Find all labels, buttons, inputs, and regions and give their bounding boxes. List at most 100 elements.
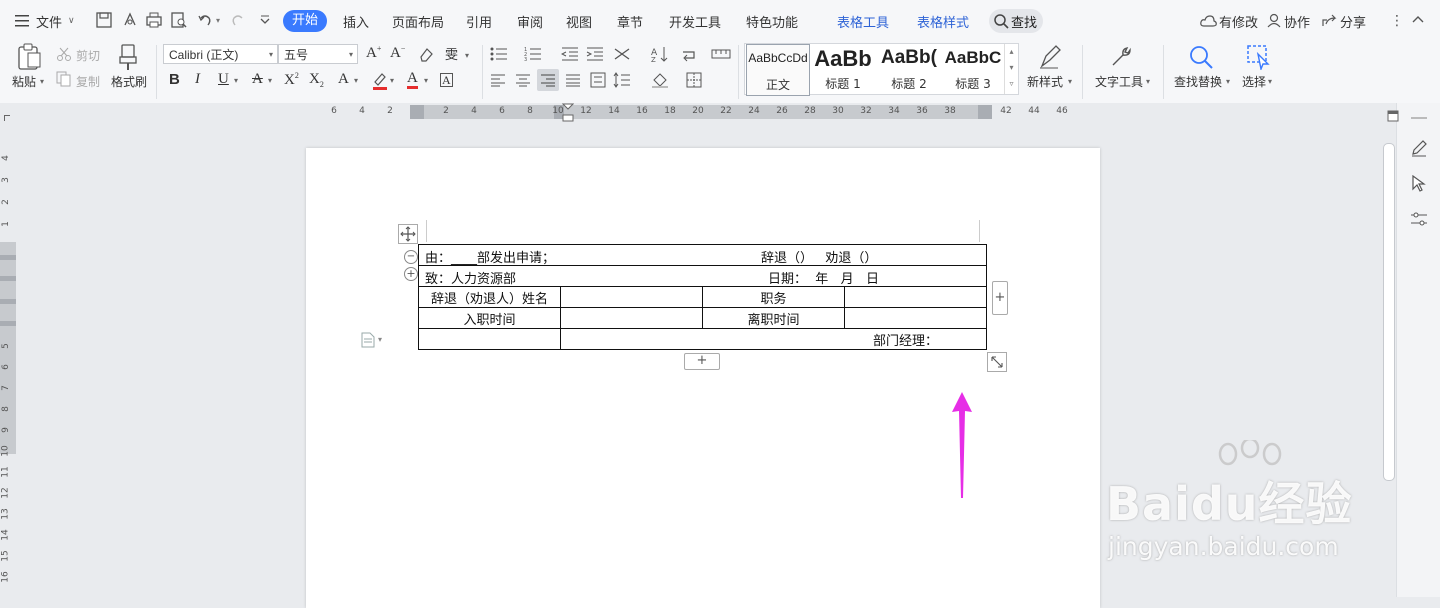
tab-chapter[interactable]: 章节 [617, 12, 643, 31]
file-menu[interactable]: 文件 [36, 12, 62, 31]
settings-sliders-icon[interactable] [1410, 210, 1428, 232]
new-style-icon[interactable] [1038, 44, 1062, 70]
highlight-icon[interactable] [372, 72, 388, 90]
tab-insert[interactable]: 插入 [343, 12, 369, 31]
style-heading-3[interactable]: AaBbC 标题 3 [943, 44, 1003, 94]
decrease-indent-icon[interactable] [561, 46, 579, 62]
horizontal-ruler[interactable]: 6 4 2 2 4 6 8 10 12 14 16 18 20 22 24 26… [0, 103, 1380, 122]
text-tools-icon[interactable] [1108, 44, 1132, 70]
sort-icon[interactable]: AZ [651, 45, 669, 63]
styles-gallery[interactable]: AaBbCcDd 正文 AaBb 标题 1 AaBb( 标题 2 AaBbC 标… [744, 43, 1019, 96]
text-effect-button[interactable]: A [338, 71, 349, 88]
hamburger-icon[interactable] [15, 13, 31, 27]
paste-icon[interactable] [16, 43, 42, 71]
row-insert-icon[interactable]: + [404, 267, 418, 281]
table-cell[interactable]: 部门经理： [560, 328, 987, 350]
character-border-button[interactable]: A [440, 73, 453, 87]
table-cell[interactable]: 离职时间 [702, 307, 845, 329]
increase-font-icon[interactable]: A+ [366, 44, 381, 62]
resignation-table[interactable]: 由：____部发出申请； 辞退（） 劝退（） 致：人力资源部 日期： 年 月 日… [418, 244, 987, 350]
find-replace-icon[interactable] [1188, 44, 1214, 70]
justify-icon[interactable] [565, 73, 581, 87]
font-name-select[interactable]: Calibri (正文) ▾ [163, 44, 278, 64]
copy-icon[interactable] [56, 71, 72, 87]
output-icon[interactable] [121, 11, 139, 29]
chevron-down-icon[interactable]: ▾ [216, 16, 220, 25]
tab-references[interactable]: 引用 [466, 12, 492, 31]
bold-button[interactable]: B [169, 71, 180, 88]
collaborate-button[interactable]: 协作 [1284, 12, 1310, 31]
tab-special-features[interactable]: 特色功能 [746, 12, 798, 31]
panel-collapse-icon[interactable] [1387, 107, 1399, 126]
align-left-icon[interactable] [490, 73, 506, 87]
bullet-list-icon[interactable] [490, 46, 508, 62]
subscript-button[interactable]: X2 [309, 71, 324, 89]
print-preview-icon[interactable] [170, 11, 188, 29]
underline-button[interactable]: U [218, 71, 229, 88]
edit-pen-icon[interactable] [1410, 139, 1428, 161]
resize-table-icon[interactable] [987, 352, 1007, 372]
tab-table-styles[interactable]: 表格样式 [917, 12, 969, 31]
font-size-select[interactable]: 五号 ▾ [278, 44, 358, 64]
superscript-button[interactable]: X2 [284, 71, 299, 89]
phonetic-guide-icon[interactable]: 雯 [445, 44, 458, 63]
style-normal[interactable]: AaBbCcDd 正文 [746, 44, 810, 96]
document-map-icon[interactable] [360, 332, 376, 352]
table-cell[interactable]: 入职时间 [418, 307, 561, 329]
has-changes-status[interactable]: 有修改 [1219, 12, 1258, 31]
collapse-ribbon-icon[interactable] [1411, 12, 1425, 31]
tab-view[interactable]: 视图 [566, 12, 592, 31]
find-replace-button[interactable]: 查找替换 [1174, 73, 1222, 90]
format-painter-icon[interactable] [118, 43, 140, 71]
table-cell[interactable] [560, 286, 703, 308]
gallery-scroll[interactable]: ▴ ▾ ▿ [1004, 44, 1018, 94]
tab-review[interactable]: 审阅 [517, 12, 543, 31]
add-column-button[interactable]: + [992, 281, 1008, 315]
line-spacing-icon[interactable] [613, 72, 631, 88]
table-cell[interactable] [844, 286, 987, 308]
italic-button[interactable]: I [195, 71, 200, 88]
cut-icon[interactable] [56, 46, 72, 62]
tab-developer[interactable]: 开发工具 [669, 12, 721, 31]
align-right-button[interactable] [537, 69, 559, 91]
chinese-layout-icon[interactable] [613, 46, 631, 62]
copy-button[interactable]: 复制 [76, 73, 100, 90]
row-delete-icon[interactable]: − [404, 250, 418, 264]
select-button[interactable]: 选择 [1242, 73, 1266, 90]
vertical-ruler[interactable]: 4 3 2 1 5 6 7 8 9 10 11 12 13 14 15 16 [0, 121, 16, 597]
clear-format-icon[interactable] [418, 46, 434, 62]
select-icon[interactable] [1246, 44, 1272, 70]
format-painter-button[interactable]: 格式刷 [111, 73, 147, 90]
print-icon[interactable] [145, 11, 163, 29]
search-button[interactable]: 查找 [989, 9, 1043, 33]
share-button[interactable]: 分享 [1340, 12, 1366, 31]
more-options-icon[interactable]: ⋮ [1390, 13, 1404, 29]
table-cell[interactable] [844, 307, 987, 329]
pointer-icon[interactable] [1411, 174, 1427, 197]
redo-icon[interactable] [229, 11, 247, 29]
increase-indent-icon[interactable] [586, 46, 604, 62]
table-cell[interactable] [418, 328, 561, 350]
scrollbar-thumb[interactable] [1383, 143, 1395, 481]
undo-icon[interactable] [196, 11, 214, 29]
add-row-button[interactable]: + [684, 353, 720, 370]
new-style-button[interactable]: 新样式 [1027, 73, 1063, 90]
shading-icon[interactable] [651, 72, 669, 88]
show-marks-icon[interactable] [680, 46, 698, 62]
tab-home[interactable]: 开始 [283, 10, 327, 32]
table-move-handle-icon[interactable] [398, 224, 418, 244]
text-tools-button[interactable]: 文字工具 [1095, 73, 1143, 90]
table-cell[interactable]: 致：人力资源部 日期： 年 月 日 [418, 265, 987, 287]
borders-icon[interactable] [686, 72, 702, 88]
style-heading-2[interactable]: AaBb( 标题 2 [877, 44, 941, 94]
distribute-icon[interactable] [590, 72, 606, 88]
table-cell[interactable] [560, 307, 703, 329]
align-center-icon[interactable] [515, 73, 531, 87]
tab-page-layout[interactable]: 页面布局 [392, 12, 444, 31]
decrease-font-icon[interactable]: A− [390, 44, 405, 62]
style-heading-1[interactable]: AaBb 标题 1 [811, 44, 875, 94]
table-cell[interactable]: 辞退（劝退人）姓名 [418, 286, 561, 308]
cut-button[interactable]: 剪切 [76, 47, 100, 64]
customize-toolbar-icon[interactable] [256, 11, 274, 29]
document-page[interactable]: − + ▾ 由：____部发出申请； 辞退（） 劝退（） 致：人力资源部 日期：… [306, 148, 1100, 608]
